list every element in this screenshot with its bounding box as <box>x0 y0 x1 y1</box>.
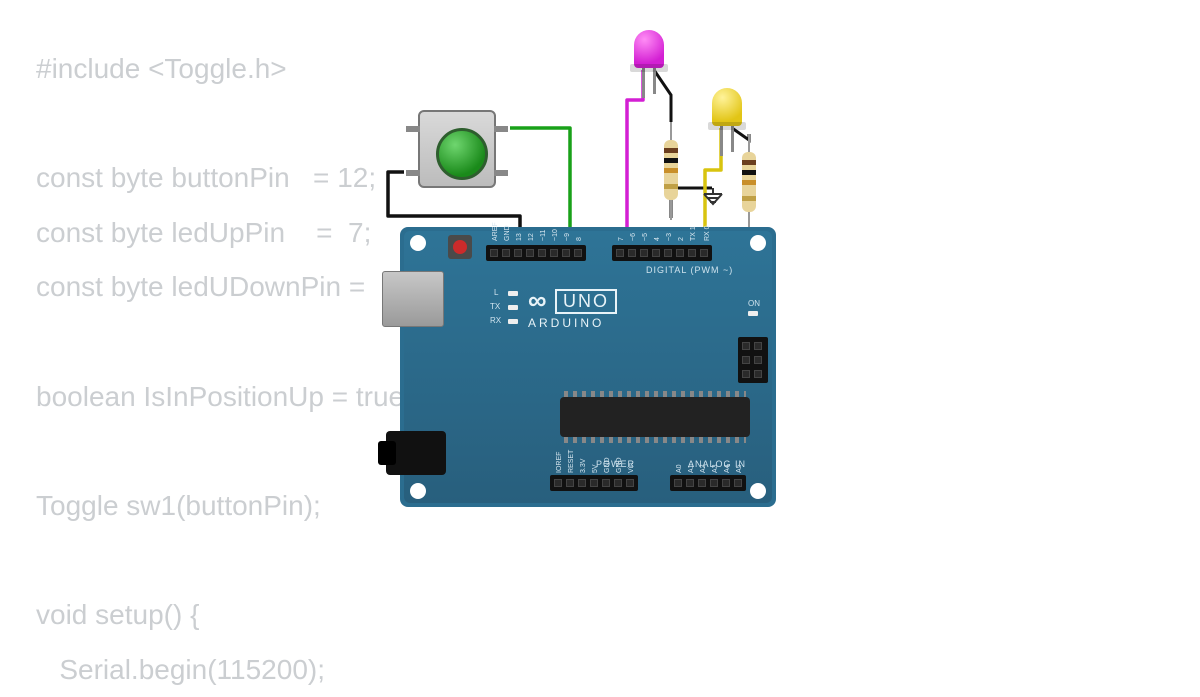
arduino-uno-board: L TX RX ON <box>400 227 776 507</box>
button-leg <box>494 170 508 176</box>
pin-label: 12 <box>528 233 535 241</box>
usb-port <box>382 271 444 327</box>
section-label-analog: ANALOG IN <box>688 459 746 469</box>
header-digital-high[interactable] <box>486 245 586 261</box>
pin-label: GND <box>504 225 511 241</box>
pin-label: ~3 <box>666 233 673 241</box>
ground-symbol <box>702 188 724 206</box>
pin-label: 2 <box>678 237 685 241</box>
section-label-digital: DIGITAL (PWM ~) <box>646 265 733 275</box>
power-jack <box>386 431 446 475</box>
model-label: UNO <box>555 289 617 314</box>
pin-label: ~5 <box>642 233 649 241</box>
atmega-chip <box>560 397 750 437</box>
circuit-stage: L TX RX ON <box>0 0 1200 630</box>
brand-label: ARDUINO <box>528 316 617 330</box>
pin-label: 3.3V <box>580 459 587 473</box>
pin-label: ~11 <box>540 230 547 241</box>
pin-label: 8 <box>576 237 583 241</box>
reset-button[interactable] <box>448 235 472 259</box>
header-power[interactable] <box>550 475 638 491</box>
pin-label: AREF <box>492 222 499 241</box>
pin-label: 7 <box>618 237 625 241</box>
pin-label: ~10 <box>552 229 559 241</box>
button-leg <box>494 126 508 132</box>
header-analog[interactable] <box>670 475 746 491</box>
section-label-power: POWER <box>596 459 635 469</box>
pin-label: A0 <box>676 464 683 473</box>
led-yellow <box>712 88 742 126</box>
resistor-1 <box>664 140 678 200</box>
led-magenta <box>634 30 664 68</box>
pin-label: ~6 <box>630 233 637 241</box>
pin-label: RX 0 <box>704 225 711 241</box>
pin-label: IOREF <box>556 452 563 473</box>
header-digital-low[interactable] <box>612 245 712 261</box>
resistor-2 <box>742 152 756 212</box>
board-brand: ∞ UNO ARDUINO <box>528 283 617 330</box>
pin-label: ~9 <box>564 233 571 241</box>
button-leg <box>406 126 420 132</box>
pin-label: 4 <box>654 237 661 241</box>
pin-label: TX 1 <box>690 226 697 241</box>
pin-label: RESET <box>568 450 575 473</box>
header-icsp[interactable] <box>738 337 768 383</box>
button-leg <box>406 170 420 176</box>
push-button[interactable] <box>418 110 496 188</box>
pin-label: 13 <box>516 233 523 241</box>
infinity-logo-icon: ∞ <box>528 285 543 316</box>
